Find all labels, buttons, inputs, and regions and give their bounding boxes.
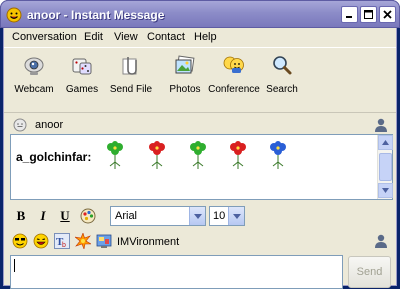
chevron-down-icon xyxy=(193,213,202,219)
flower-emoticon-icon xyxy=(149,141,165,169)
arrow-up-icon xyxy=(382,140,389,145)
menu-edit[interactable]: Edit xyxy=(84,31,103,43)
search-button[interactable]: Search xyxy=(258,49,306,113)
format-toolbar: B I U Arial 10 xyxy=(4,205,396,227)
flower-emoticon-icon xyxy=(270,141,286,169)
menu-help[interactable]: Help xyxy=(194,31,217,43)
send-file-button[interactable]: Send File xyxy=(107,49,155,113)
font-size-dropdown[interactable]: 10 xyxy=(209,206,245,226)
close-button[interactable] xyxy=(379,6,396,23)
search-label: Search xyxy=(266,84,298,95)
menu-bar: Conversation Edit View Contact Help xyxy=(4,29,396,46)
scroll-thumb[interactable] xyxy=(379,153,392,181)
my-avatar-person-icon[interactable] xyxy=(373,233,389,249)
emoticon-toolbar: T b IMVironment xyxy=(4,230,396,252)
text-style-button[interactable]: T b xyxy=(54,233,70,249)
menu-view[interactable]: View xyxy=(114,31,138,43)
magnifier-icon xyxy=(273,56,292,75)
flower-emoticon-icon xyxy=(107,141,123,169)
close-icon xyxy=(383,10,392,19)
dice-icon xyxy=(72,58,92,75)
smiley-sunglasses-icon[interactable] xyxy=(12,233,28,249)
photos-button[interactable]: Photos xyxy=(161,49,209,113)
flower-emoticon-icon xyxy=(230,141,246,169)
buzz-icon[interactable] xyxy=(75,233,91,249)
color-palette-icon[interactable] xyxy=(80,208,96,224)
minimize-icon xyxy=(346,16,352,18)
maximize-icon xyxy=(364,10,373,19)
window-title: anoor - Instant Message xyxy=(27,8,165,22)
font-family-value: Arial xyxy=(115,210,138,222)
italic-button[interactable]: I xyxy=(34,207,52,225)
minimize-button[interactable] xyxy=(341,6,358,23)
font-family-dropdown[interactable]: Arial xyxy=(110,206,206,226)
font-size-value: 10 xyxy=(213,210,226,222)
maximize-button[interactable] xyxy=(360,6,377,23)
games-button[interactable]: Games xyxy=(58,49,106,113)
menu-conversation[interactable]: Conversation xyxy=(12,31,77,43)
webcam-icon xyxy=(24,57,44,75)
chevron-down-icon xyxy=(232,213,241,219)
imvironment-icon[interactable] xyxy=(96,233,112,249)
send-button[interactable]: Send xyxy=(348,256,391,288)
conference-icon xyxy=(223,56,244,73)
scroll-up-button[interactable] xyxy=(378,135,393,150)
toolbar: Webcam Games Send File Photos Conference… xyxy=(4,47,396,113)
message-sender: a_golchinfar: xyxy=(16,150,92,164)
photos-icon xyxy=(175,55,195,74)
webcam-button[interactable]: Webcam xyxy=(10,49,58,113)
status-smiley-icon xyxy=(13,118,27,132)
scroll-down-button[interactable] xyxy=(378,183,393,198)
menu-contact[interactable]: Contact xyxy=(147,31,185,43)
arrow-down-icon xyxy=(382,188,389,193)
history-scrollbar[interactable] xyxy=(377,135,393,199)
conference-button[interactable]: Conference xyxy=(208,49,260,113)
photos-label: Photos xyxy=(169,84,201,95)
yahoo-messenger-app-icon xyxy=(6,7,22,23)
contact-person-icon[interactable] xyxy=(373,117,389,133)
smiley-laughing-icon[interactable] xyxy=(33,233,49,249)
window-client-area: Conversation Edit View Contact Help Webc… xyxy=(3,28,397,289)
message-input[interactable] xyxy=(10,255,343,289)
text-caret xyxy=(14,259,15,272)
title-bar[interactable]: anoor - Instant Message xyxy=(0,0,400,28)
text-style-icon: T b xyxy=(56,236,66,249)
recipient-name: anoor xyxy=(35,119,64,131)
underline-button[interactable]: U xyxy=(56,207,74,225)
size-dropdown-button[interactable] xyxy=(228,207,244,225)
paperclip-icon xyxy=(122,57,137,75)
send-file-label: Send File xyxy=(109,84,153,95)
im-window: anoor - Instant Message Conversation Edi… xyxy=(0,0,400,289)
games-label: Games xyxy=(65,84,99,95)
message-history[interactable]: a_golchinfar: xyxy=(10,134,393,200)
font-dropdown-button[interactable] xyxy=(189,207,205,225)
recipient-bar: anoor xyxy=(4,114,396,136)
imvironment-label[interactable]: IMVironment xyxy=(117,236,179,248)
flower-emoticon-icon xyxy=(190,141,206,169)
bold-button[interactable]: B xyxy=(12,207,30,225)
svg-text:b: b xyxy=(62,242,66,248)
